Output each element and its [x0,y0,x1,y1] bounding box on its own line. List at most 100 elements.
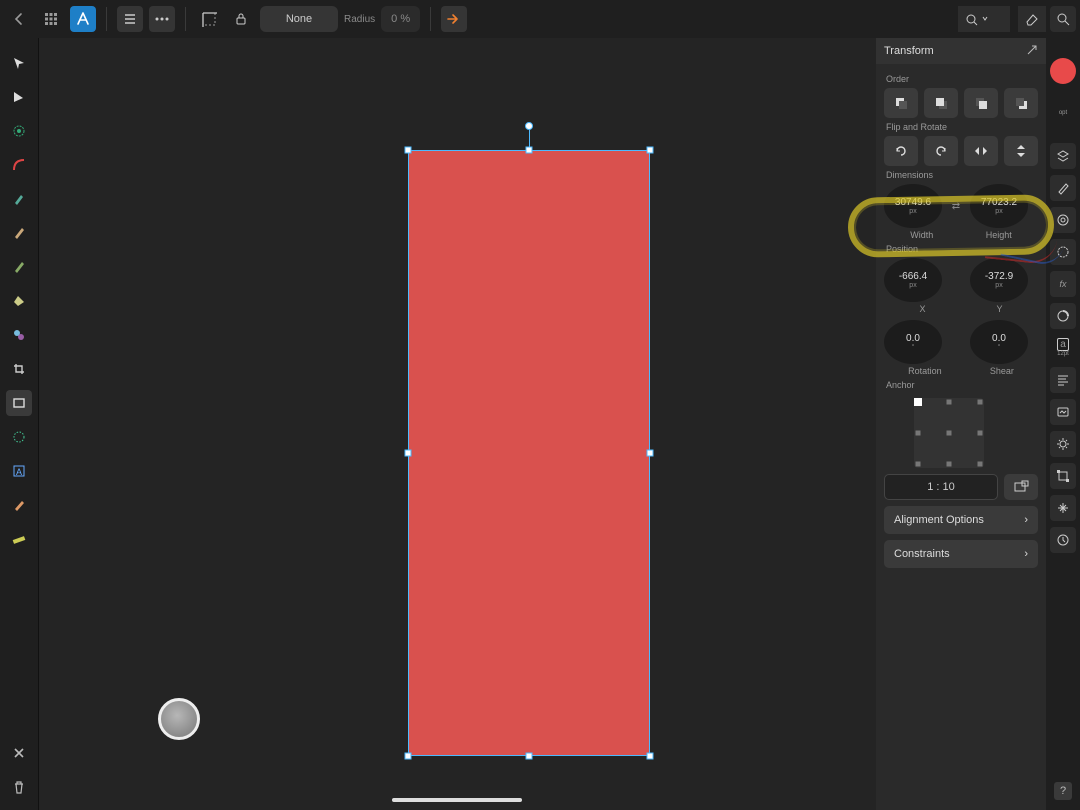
y-label: Y [996,304,1002,314]
back-button[interactable] [6,6,32,32]
x-label: X [919,304,925,314]
rotate-ccw-button[interactable] [924,136,958,166]
panel-title: Transform [884,45,934,57]
flip-horizontal-button[interactable] [964,136,998,166]
close-icon[interactable] [6,740,32,766]
view-mode-button[interactable] [958,6,1008,32]
snapping-icon[interactable] [1050,495,1076,521]
adjustments-panel-icon[interactable] [1050,239,1076,265]
left-tool-strip: A [0,38,38,810]
dimensions-label: Dimensions [884,166,1038,184]
chevron-right-icon: › [1024,514,1028,526]
vector-crop-tool[interactable] [6,356,32,382]
move-to-back-button[interactable] [1004,88,1038,118]
transform-panel: Transform Order Flip and Rotate Dimensio… [876,38,1046,640]
trash-icon[interactable] [6,774,32,800]
ruler-tool[interactable] [6,526,32,552]
history-panel-icon[interactable] [1050,527,1076,553]
navigator-puck[interactable] [158,698,200,740]
menu-button[interactable] [117,6,143,32]
eraser-tool[interactable] [1018,6,1046,32]
artistic-text-tool[interactable]: A [6,458,32,484]
more-button[interactable] [149,6,175,32]
pen-tool[interactable] [6,186,32,212]
radius-label: Radius [344,14,375,25]
layers-panel-icon[interactable] [1050,143,1076,169]
rotate-cw-button[interactable] [884,136,918,166]
move-forward-button[interactable] [924,88,958,118]
rotation-handle[interactable] [525,122,533,130]
app-icon[interactable] [70,6,96,32]
zoom-search-icon[interactable] [1050,6,1076,32]
selected-rectangle[interactable] [408,150,650,756]
shear-input[interactable]: 0.0 ° [970,320,1028,364]
height-label: Height [986,230,1012,240]
help-icon[interactable]: ? [1054,782,1072,800]
transform-panel-icon[interactable] [1050,463,1076,489]
height-input[interactable]: 77023.2 px [970,184,1028,228]
handle-n[interactable] [526,147,533,154]
grid-view-icon[interactable] [38,6,64,32]
rotation-label: Rotation [908,366,942,376]
home-indicator [392,798,522,802]
anchor-label: Anchor [884,376,1038,394]
convert-to-curves-button[interactable] [441,6,467,32]
svg-text:A: A [16,467,22,477]
corner-tool[interactable] [6,152,32,178]
handle-s[interactable] [526,753,533,760]
link-dimensions-icon[interactable]: ⇄ [946,201,966,212]
move-backward-button[interactable] [964,88,998,118]
text-panel-icon[interactable]: a12pt [1050,335,1076,361]
stroke-panel-icon[interactable] [1050,207,1076,233]
brush-panel-icon[interactable] [1050,175,1076,201]
handle-ne[interactable] [647,147,654,154]
move-to-front-button[interactable] [884,88,918,118]
paragraph-panel-icon[interactable] [1050,367,1076,393]
color-picker-tool[interactable] [6,492,32,518]
y-input[interactable]: -372.9 px [970,258,1028,302]
handle-se[interactable] [647,753,654,760]
position-label: Position [884,240,1038,258]
bounds-icon[interactable] [196,6,222,32]
style-label: None [286,13,312,25]
ratio-apply-button[interactable] [1004,474,1038,500]
top-toolbar: None Radius 0 % [0,0,1080,38]
settings-icon[interactable] [1050,431,1076,457]
vector-brush-tool[interactable] [6,254,32,280]
canvas[interactable] [38,38,876,810]
x-input[interactable]: -666.4 px [884,258,942,302]
pencil-tool[interactable] [6,220,32,246]
opacity-hint: opt [1059,110,1067,117]
panel-header: Transform [876,38,1046,64]
style-dropdown[interactable]: None [260,6,338,32]
contour-tool[interactable] [6,118,32,144]
width-input[interactable]: 30749.6 px [884,184,942,228]
color-swatch[interactable] [1050,58,1076,84]
transparency-tool[interactable] [6,322,32,348]
assets-panel-icon[interactable] [1050,399,1076,425]
handle-nw[interactable] [405,147,412,154]
radius-value[interactable]: 0 % [381,6,420,32]
anchor-selector[interactable] [914,398,984,468]
fill-tool[interactable] [6,288,32,314]
flip-rotate-label: Flip and Rotate [884,118,1038,136]
handle-sw[interactable] [405,753,412,760]
constraints-accordion[interactable]: Constraints › [884,540,1038,568]
lock-aspect-icon[interactable] [228,6,254,32]
shear-label: Shear [990,366,1014,376]
panel-expand-icon[interactable] [1026,44,1038,59]
handle-w[interactable] [405,450,412,457]
flip-vertical-button[interactable] [1004,136,1038,166]
move-tool[interactable] [6,50,32,76]
fx-panel-icon[interactable]: fx [1050,271,1076,297]
node-tool[interactable] [6,84,32,110]
styles-panel-icon[interactable] [1050,303,1076,329]
rotation-input[interactable]: 0.0 ° [884,320,942,364]
rectangle-tool[interactable] [6,390,32,416]
handle-e[interactable] [647,450,654,457]
order-label: Order [884,70,1038,88]
shape-tool[interactable] [6,424,32,450]
ratio-input[interactable]: 1 : 10 [884,474,998,500]
width-label: Width [910,230,933,240]
alignment-options-accordion[interactable]: Alignment Options › [884,506,1038,534]
